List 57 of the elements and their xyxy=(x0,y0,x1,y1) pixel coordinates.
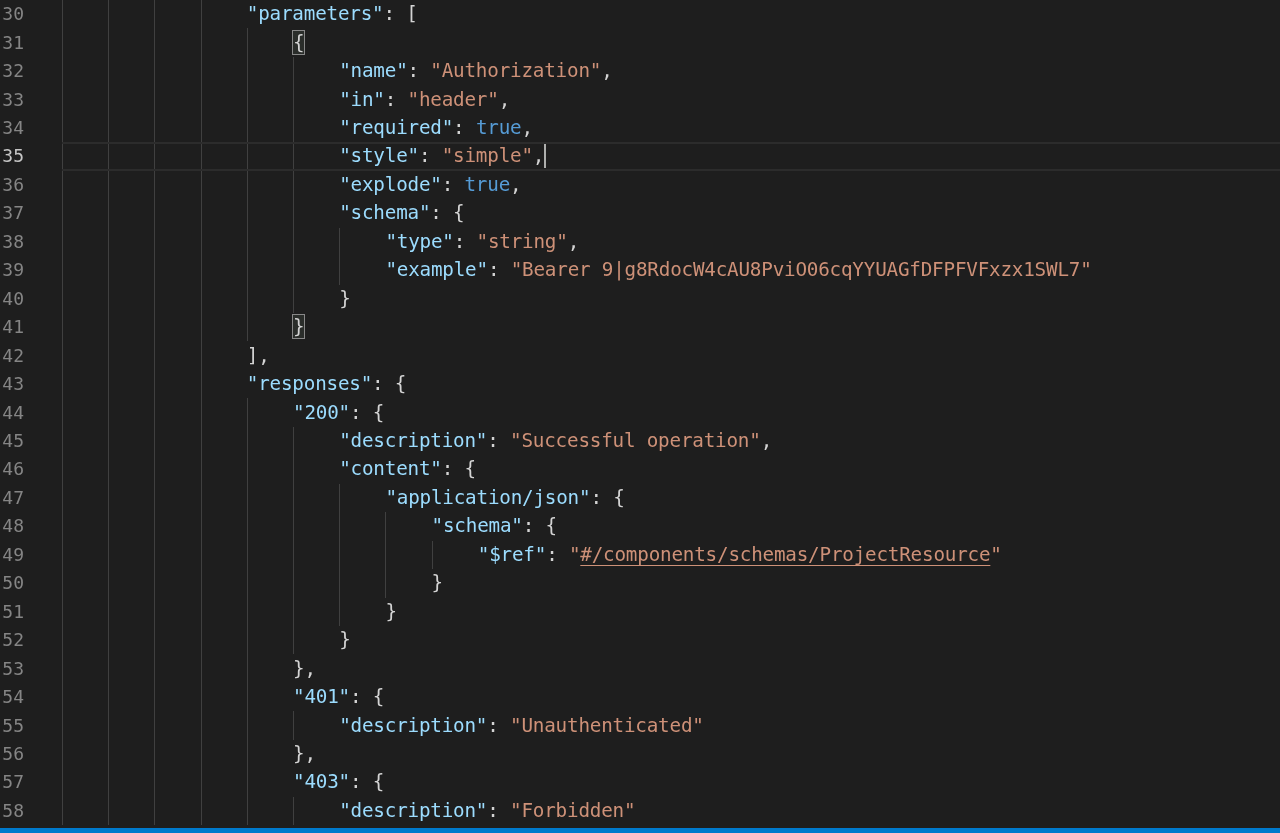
code-line: "responses": { xyxy=(245,372,407,397)
line-number: 48 xyxy=(1,514,24,539)
code-line: }, xyxy=(292,656,316,681)
line-number: 40 xyxy=(1,286,24,311)
code-line: "type": "string", xyxy=(384,229,580,254)
code-line: "$ref": "#/components/schemas/ProjectResource" xyxy=(476,542,1002,567)
line-number: 36 xyxy=(1,172,24,197)
code-line: "required": true, xyxy=(338,116,533,141)
text-cursor xyxy=(544,144,547,169)
line-number: 33 xyxy=(1,87,24,112)
line-number: 58 xyxy=(1,798,24,823)
line-number: 55 xyxy=(1,713,24,738)
line-number: 52 xyxy=(1,628,24,653)
line-number: 51 xyxy=(1,599,24,624)
line-number: 44 xyxy=(1,400,24,425)
line-number: 56 xyxy=(1,742,24,766)
line-number: 30 xyxy=(1,2,24,27)
line-number: 41 xyxy=(1,315,24,340)
code-line: ], xyxy=(245,343,270,368)
code-line: "schema": { xyxy=(338,201,465,226)
line-number: 53 xyxy=(1,656,24,681)
code-line: "description": "Forbidden" xyxy=(338,798,636,823)
code-line: "in": "header", xyxy=(338,87,511,112)
code-line: "explode": true, xyxy=(338,172,522,197)
code-line: "example": "Bearer 9|g8RdocW4cAU8PviO06cqYYUAGfDFPFVFxzx1SWL7" xyxy=(384,258,1092,283)
code-line: "schema": { xyxy=(430,514,557,539)
line-number: 34 xyxy=(1,116,24,141)
line-number: 43 xyxy=(1,372,24,397)
code-line: "description": "Unauthenticated" xyxy=(338,713,704,738)
line-number: 49 xyxy=(1,542,24,567)
line-number: 37 xyxy=(1,201,24,226)
code-line: "200": { xyxy=(292,400,385,425)
line-number: 54 xyxy=(1,685,24,710)
line-number: 57 xyxy=(1,770,24,795)
code-line: } xyxy=(384,599,397,624)
line-number: 32 xyxy=(1,59,24,84)
code-line: "content": { xyxy=(338,457,476,482)
code-line: "application/json": { xyxy=(384,485,625,510)
code-line: } xyxy=(338,628,351,653)
line-number: 39 xyxy=(1,258,24,283)
code-line: } xyxy=(338,286,351,311)
code-line: "401": { xyxy=(292,685,385,710)
code-line: "403": { xyxy=(292,770,385,795)
line-number: 42 xyxy=(1,343,24,368)
line-number: 45 xyxy=(1,429,24,453)
line-number: 47 xyxy=(1,485,24,510)
line-number: 35 xyxy=(1,144,24,169)
line-number: 31 xyxy=(1,30,24,55)
line-number: 38 xyxy=(1,229,24,254)
code-line: "description": "Successful operation", xyxy=(338,429,772,453)
code-line: }, xyxy=(292,742,316,766)
code-line: "name": "Authorization", xyxy=(338,59,613,84)
code-line: "parameters": [ xyxy=(245,2,418,27)
code-line: "style": "simple", xyxy=(338,144,545,169)
line-number: 46 xyxy=(1,457,24,482)
line-number: 50 xyxy=(1,571,24,596)
code-line: } xyxy=(430,571,443,596)
